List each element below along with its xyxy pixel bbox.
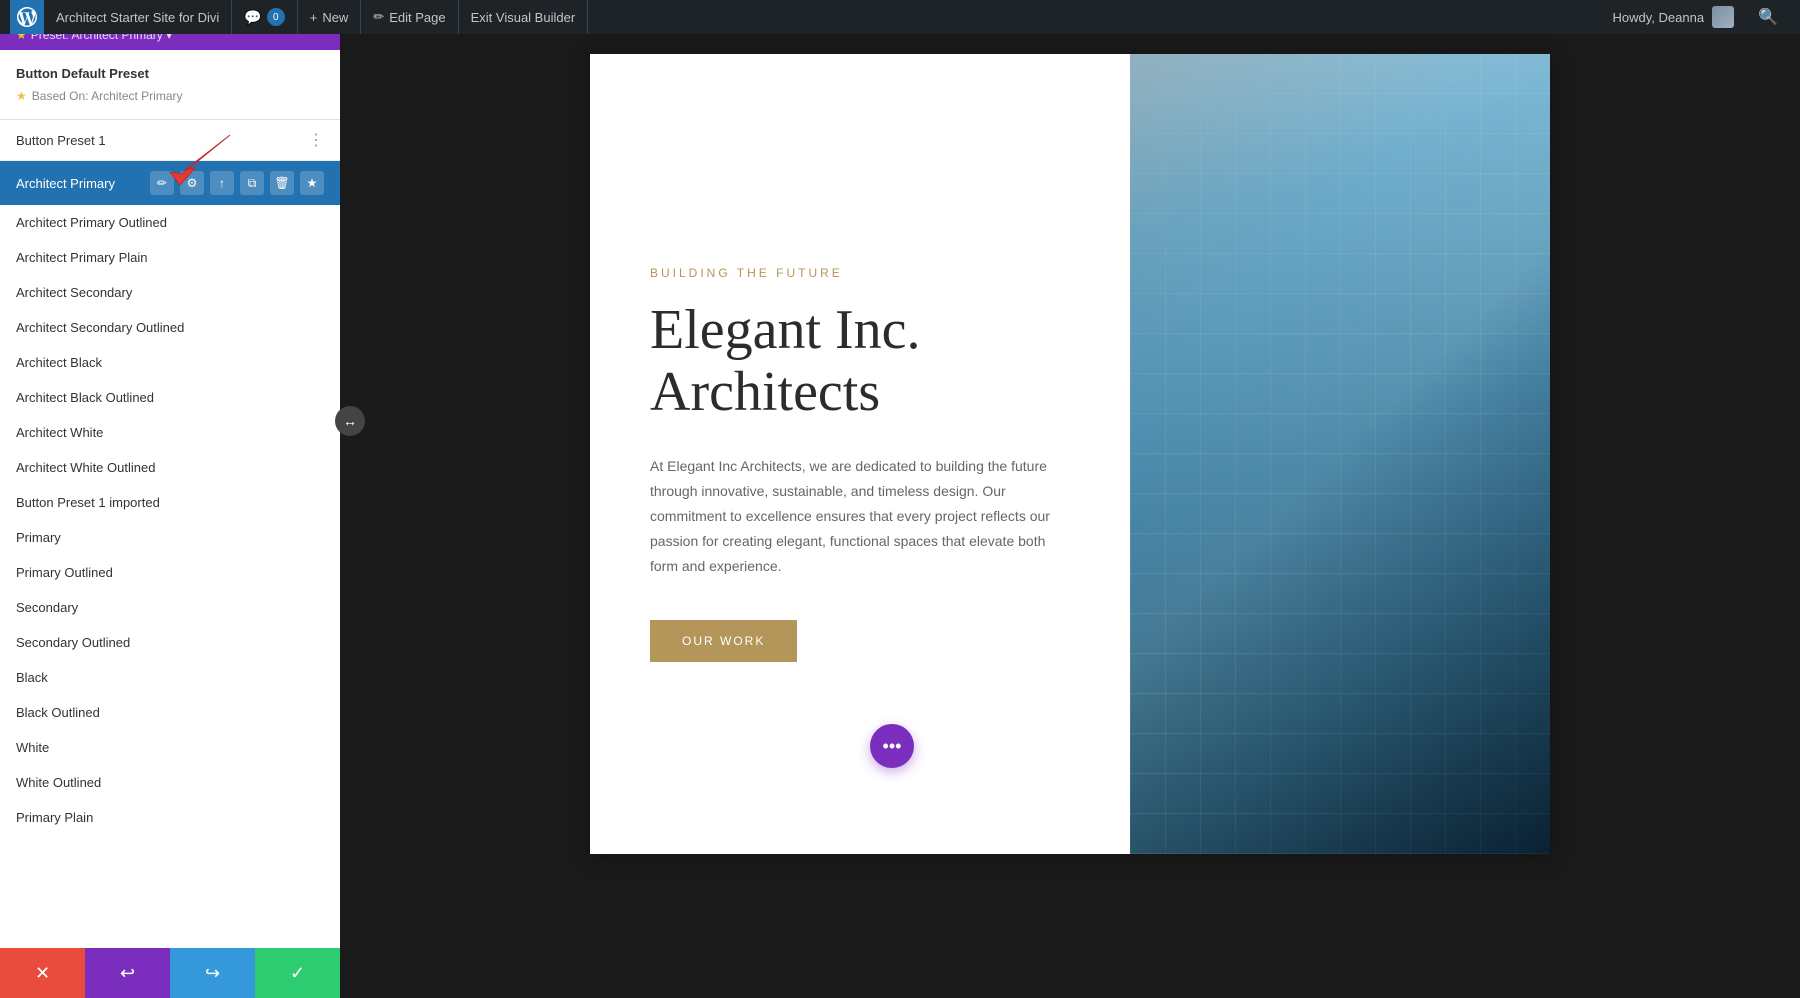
page-left-content: BUILDING THE FUTURE Elegant Inc. Archite…: [590, 54, 1130, 854]
arrow-annotation: [160, 130, 240, 190]
preset-item-black[interactable]: Black: [0, 660, 340, 695]
site-name-link[interactable]: Architect Starter Site for Divi: [44, 0, 232, 34]
preset-item-secondary[interactable]: Secondary: [0, 590, 340, 625]
building-overlay: [1130, 54, 1550, 854]
preset-item-architect-white[interactable]: Architect White: [0, 415, 340, 450]
undo-button[interactable]: ↩: [85, 948, 170, 998]
preset-list: Architect Primary ✏ ⚙ ↑ ⧉ 🗑 ★ Architect …: [0, 161, 340, 835]
comment-count: 0: [267, 8, 285, 26]
preset-1-more-icon[interactable]: ⋮: [308, 130, 324, 150]
preset-item-black-outlined[interactable]: Black Outlined: [0, 695, 340, 730]
comments-link[interactable]: 💬 0: [232, 0, 297, 34]
preset-item-architect-primary-outlined[interactable]: Architect Primary Outlined: [0, 205, 340, 240]
preset-item-primary[interactable]: Primary: [0, 520, 340, 555]
page-canvas: BUILDING THE FUTURE Elegant Inc. Archite…: [590, 54, 1550, 854]
based-on-star-icon: ★: [16, 89, 27, 103]
new-content-link[interactable]: + New: [298, 0, 362, 34]
preset-item-architect-white-outlined[interactable]: Architect White Outlined: [0, 450, 340, 485]
admin-bar-right: Howdy, Deanna 🔍: [1601, 0, 1790, 34]
preset-delete-icon[interactable]: 🗑: [270, 171, 294, 195]
preset-item-secondary-outlined[interactable]: Secondary Outlined: [0, 625, 340, 660]
admin-bar: Architect Starter Site for Divi 💬 0 + Ne…: [0, 0, 1800, 34]
page-title: Elegant Inc. Architects: [650, 300, 1070, 423]
preset-item-white-outlined[interactable]: White Outlined: [0, 765, 340, 800]
default-preset-title: Button Default Preset: [16, 66, 324, 81]
preset-item-primary-plain[interactable]: Primary Plain: [0, 800, 340, 835]
user-info[interactable]: Howdy, Deanna: [1601, 0, 1747, 34]
preset-item-architect-black[interactable]: Architect Black: [0, 345, 340, 380]
admin-bar-left: Architect Starter Site for Divi 💬 0 + Ne…: [10, 0, 588, 34]
bottom-toolbar: ✕ ↩ ↪ ✓: [0, 948, 340, 998]
exit-visual-builder-link[interactable]: Exit Visual Builder: [459, 0, 589, 34]
based-on-label: ★ Based On: Architect Primary: [16, 89, 324, 103]
floating-action-button[interactable]: •••: [870, 724, 914, 768]
page-description: At Elegant Inc Architects, we are dedica…: [650, 454, 1050, 580]
user-avatar: [1712, 6, 1734, 28]
preset-item-architect-primary-plain[interactable]: Architect Primary Plain: [0, 240, 340, 275]
resize-handle[interactable]: ↔: [335, 406, 365, 436]
page-right-image: [1130, 54, 1550, 854]
preset-item-architect-secondary-outlined[interactable]: Architect Secondary Outlined: [0, 310, 340, 345]
preset-item-button-preset-1-imported[interactable]: Button Preset 1 imported: [0, 485, 340, 520]
close-button[interactable]: ✕: [0, 948, 85, 998]
wordpress-icon[interactable]: [10, 0, 44, 34]
default-preset-section: Button Default Preset ★ Based On: Archit…: [0, 50, 340, 120]
preset-item-white[interactable]: White: [0, 730, 340, 765]
admin-search-icon[interactable]: 🔍: [1746, 0, 1790, 34]
preset-star-action-icon[interactable]: ★: [300, 171, 324, 195]
preset-item-primary-outlined[interactable]: Primary Outlined: [0, 555, 340, 590]
page-subtitle: BUILDING THE FUTURE: [650, 266, 1070, 280]
preset-copy-icon[interactable]: ⧉: [240, 171, 264, 195]
redo-button[interactable]: ↪: [170, 948, 255, 998]
panel-content: Button Default Preset ★ Based On: Archit…: [0, 50, 340, 998]
preset-item-architect-black-outlined[interactable]: Architect Black Outlined: [0, 380, 340, 415]
preset-item-architect-secondary[interactable]: Architect Secondary: [0, 275, 340, 310]
save-button[interactable]: ✓: [255, 948, 340, 998]
cta-button[interactable]: OUR WORK: [650, 620, 797, 662]
edit-page-link[interactable]: ✏ Edit Page: [361, 0, 458, 34]
page-area: BUILDING THE FUTURE Elegant Inc. Archite…: [340, 34, 1800, 998]
